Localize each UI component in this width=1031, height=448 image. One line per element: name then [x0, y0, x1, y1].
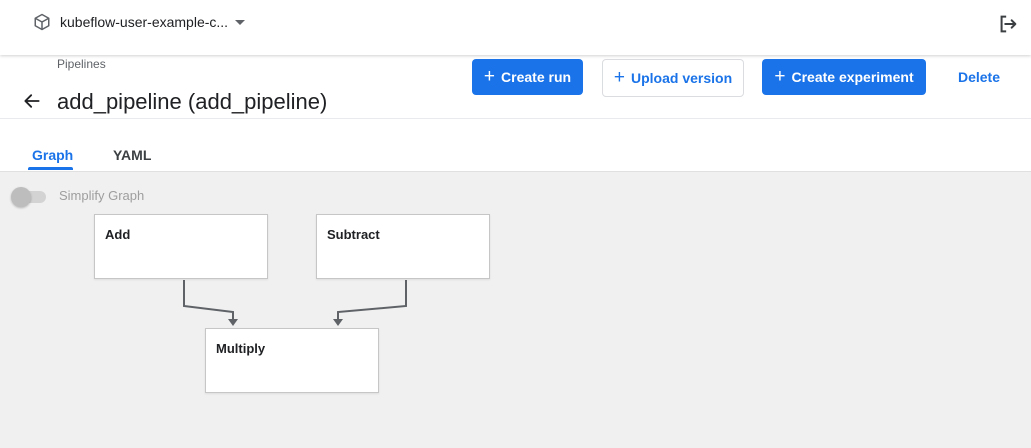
delete-button[interactable]: Delete [946, 59, 1012, 95]
node-label: Subtract [327, 227, 380, 242]
upload-version-label: Upload version [630, 70, 733, 86]
simplify-graph-toggle-thumb[interactable] [11, 187, 31, 207]
top-bar: kubeflow-user-example-c... [0, 0, 1031, 55]
graph-node-subtract[interactable]: Subtract [316, 214, 490, 279]
header-divider [0, 118, 1031, 119]
namespace-selector[interactable]: kubeflow-user-example-c... [60, 14, 228, 30]
package-cube-icon[interactable] [33, 13, 51, 31]
create-run-button[interactable]: + Create run [472, 59, 583, 95]
graph-node-add[interactable]: Add [94, 214, 268, 279]
active-tab-indicator [28, 167, 73, 170]
tab-graph[interactable]: Graph [32, 147, 73, 163]
node-label: Add [105, 227, 131, 242]
create-experiment-label: Create experiment [791, 69, 914, 85]
page-title: add_pipeline (add_pipeline) [57, 89, 328, 114]
graph-node-multiply[interactable]: Multiply [205, 328, 379, 393]
back-arrow-icon[interactable] [22, 91, 42, 111]
create-experiment-button[interactable]: + Create experiment [762, 59, 926, 95]
graph-canvas[interactable] [0, 171, 1031, 448]
plus-icon: + [613, 66, 625, 88]
create-run-label: Create run [501, 69, 572, 85]
plus-icon: + [483, 65, 496, 87]
breadcrumb[interactable]: Pipelines [57, 57, 106, 71]
upload-version-button[interactable]: + Upload version [602, 59, 744, 97]
chevron-down-icon[interactable] [235, 20, 245, 25]
tab-yaml[interactable]: YAML [113, 147, 151, 163]
plus-icon: + [774, 65, 786, 87]
simplify-graph-label: Simplify Graph [59, 188, 145, 203]
logout-icon[interactable] [997, 13, 1019, 35]
node-label: Multiply [216, 341, 266, 356]
